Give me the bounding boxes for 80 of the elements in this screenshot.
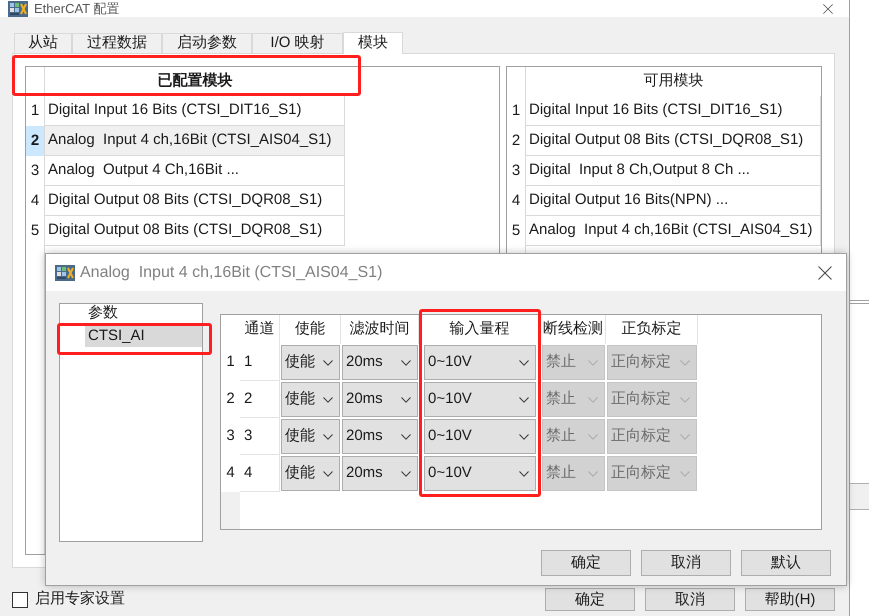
module-row[interactable]: Digital Input 16 Bits (CTSI_DIT16_S1) xyxy=(45,96,345,126)
dropdown[interactable]: 20ms xyxy=(342,456,418,491)
chevron-down-icon xyxy=(323,396,333,402)
chevron-down-icon xyxy=(323,470,333,476)
tree-item[interactable]: CTSI_AI xyxy=(85,326,202,347)
table-cell: 2 xyxy=(240,381,280,418)
app-icon xyxy=(8,0,28,16)
dropdown[interactable]: 20ms xyxy=(342,419,418,454)
dialog-button[interactable]: 帮助(H) xyxy=(745,588,835,611)
chevron-down-icon xyxy=(588,396,598,402)
row-header-strip xyxy=(221,492,240,529)
chevron-down-icon xyxy=(323,360,333,366)
chevron-down-icon xyxy=(401,470,411,476)
window-title: EtherCAT 配置 xyxy=(34,1,120,16)
dropdown[interactable]: 20ms xyxy=(342,345,418,380)
dropdown[interactable]: 使能 xyxy=(281,382,340,417)
dropdown[interactable]: 0~10V xyxy=(424,382,536,417)
column-header: 可用模块 xyxy=(644,71,704,92)
table-cell: 1 xyxy=(240,344,280,381)
dropdown[interactable]: 0~10V xyxy=(424,345,536,380)
module-row[interactable]: Digital Output 08 Bits (CTSI_DQR08_S1) xyxy=(526,126,821,156)
column-header: 通道 xyxy=(240,315,280,344)
dropdown[interactable]: 0~10V xyxy=(424,419,536,454)
tab[interactable]: 过程数据 xyxy=(72,33,162,53)
chevron-down-icon xyxy=(588,360,598,366)
tab[interactable]: 模块 xyxy=(343,32,403,54)
dropdown[interactable]: 使能 xyxy=(281,456,340,491)
row-number: 1 xyxy=(225,352,236,372)
row-number: 2 xyxy=(26,126,45,156)
tab[interactable]: I/O 映射 xyxy=(252,33,343,53)
table-cell: 4 xyxy=(240,455,280,492)
module-row[interactable]: Digital Output 16 Bits(NPN) ... xyxy=(526,186,821,216)
column-header: 滤波时间 xyxy=(341,315,419,344)
row-number: 2 xyxy=(225,389,236,410)
table-cell: 3 xyxy=(240,418,280,455)
chevron-down-icon xyxy=(519,470,529,476)
module-row[interactable]: Analog Input 4 ch,16Bit (CTSI_AIS04_S1) xyxy=(45,126,345,156)
dialog-button[interactable]: 默认 xyxy=(741,550,831,576)
chevron-down-icon xyxy=(519,360,529,366)
dropdown[interactable]: 使能 xyxy=(281,345,340,380)
tab[interactable]: 启动参数 xyxy=(162,33,252,53)
tab[interactable]: 从站 xyxy=(14,33,72,53)
module-row[interactable]: Digital Output 08 Bits (CTSI_DQR08_S1) xyxy=(45,216,345,246)
chevron-down-icon xyxy=(401,396,411,402)
chevron-down-icon xyxy=(519,396,529,402)
module-row[interactable]: Digital Output 08 Bits (CTSI_DQR08_S1) xyxy=(45,186,345,216)
column-header: 正负标定 xyxy=(606,315,698,344)
chevron-down-icon xyxy=(588,470,598,476)
tree-item[interactable]: 参数 xyxy=(85,304,202,322)
dropdown[interactable]: 使能 xyxy=(281,419,340,454)
module-row[interactable]: Analog Input 4 ch,16Bit (CTSI_AIS04_S1) xyxy=(526,216,821,246)
dialog-button[interactable]: 取消 xyxy=(645,588,735,611)
dropdown[interactable]: 20ms xyxy=(342,382,418,417)
column-header: 使能 xyxy=(280,315,341,344)
row-number: 4 xyxy=(225,463,236,484)
column-header: 已配置模块 xyxy=(158,71,232,92)
chevron-down-icon xyxy=(519,434,529,440)
dialog-title: Analog Input 4 ch,16Bit (CTSI_AIS04_S1) xyxy=(80,262,382,282)
row-number: 3 xyxy=(225,426,236,446)
chevron-down-icon xyxy=(680,396,690,402)
chevron-down-icon xyxy=(588,434,598,440)
module-row[interactable]: Digital Input 8 Ch,Output 8 Ch ... xyxy=(526,156,821,186)
dialog-button[interactable]: 取消 xyxy=(641,550,731,576)
close-icon[interactable] xyxy=(823,4,833,14)
app-icon xyxy=(55,264,75,280)
checkbox-label: 启用专家设置 xyxy=(35,589,125,610)
module-row[interactable]: Analog Output 4 Ch,16Bit ... xyxy=(45,156,345,186)
chevron-down-icon xyxy=(323,434,333,440)
column-header: 断线检测 xyxy=(541,315,606,344)
close-icon[interactable] xyxy=(818,266,832,280)
checkbox[interactable] xyxy=(12,592,28,608)
chevron-down-icon xyxy=(680,434,690,440)
dialog-button[interactable]: 确定 xyxy=(545,588,635,611)
chevron-down-icon xyxy=(680,470,690,476)
chevron-down-icon xyxy=(680,360,690,366)
module-row[interactable]: Digital Input 16 Bits (CTSI_DIT16_S1) xyxy=(526,96,821,126)
dialog-button[interactable]: 确定 xyxy=(541,550,631,576)
dropdown[interactable]: 0~10V xyxy=(424,456,536,491)
chevron-down-icon xyxy=(401,434,411,440)
chevron-down-icon xyxy=(401,360,411,366)
